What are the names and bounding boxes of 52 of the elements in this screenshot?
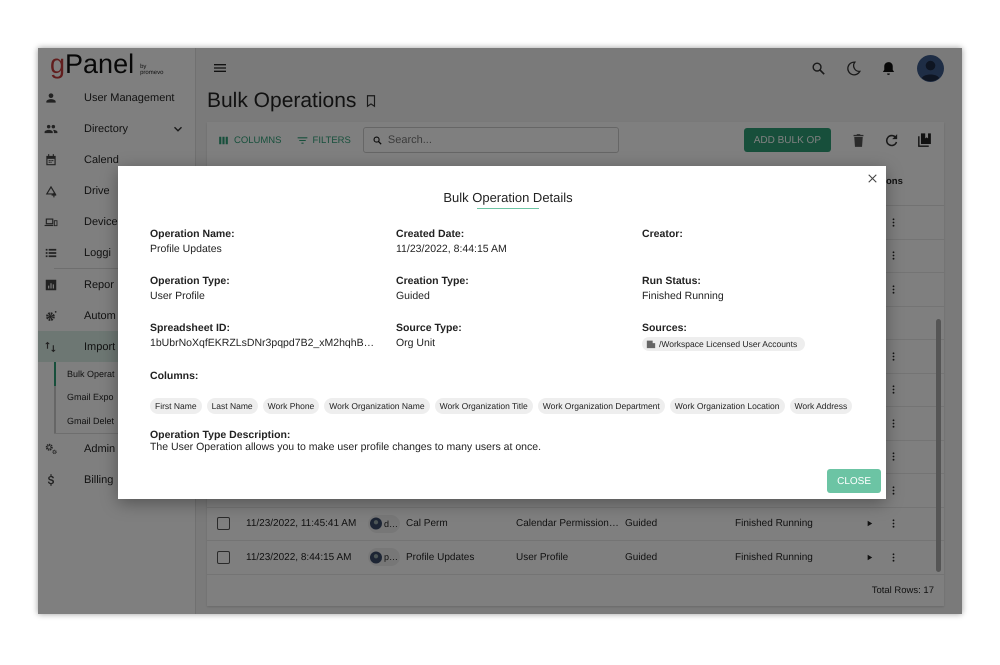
column-chip: Work Phone [262, 398, 320, 414]
creator-chip: d… [368, 514, 400, 533]
column-chip: Last Name [206, 398, 258, 414]
sidebar-item[interactable]: Billing [38, 464, 195, 496]
table-cell: Calendar Permission… [516, 518, 619, 530]
field-label: Operation Type: [150, 275, 231, 287]
add-button[interactable]: ADD BULK OP [744, 128, 831, 152]
field-label: Source Type: [396, 322, 463, 334]
sidebar-item[interactable]: User Management [38, 82, 195, 113]
table-cell-text: 11/23/2022, 8:44:15 AM [246, 552, 352, 563]
sidebar-item[interactable]: Directory [38, 113, 195, 144]
search-field[interactable]: Search... [362, 127, 619, 153]
table-cell-text: Finished Running [735, 518, 814, 530]
table-cell-text: Guided [625, 518, 658, 530]
row-count: Total Rows: 17 [872, 584, 934, 596]
field-label: Creation Type: [396, 275, 470, 287]
table-cell-text: 11/23/2022, 11:45:41 AM [246, 518, 358, 530]
field-label: Operation Name: [150, 228, 236, 240]
column-chip: First Name [150, 398, 202, 414]
column-chip: Work Organization Name [324, 398, 430, 414]
sidebar-item[interactable]: Calend [38, 144, 195, 175]
field-label: Creator: [642, 228, 684, 240]
dialog-title: Bulk Operation Details [443, 190, 573, 209]
field-label: Operation Type Description: [150, 429, 292, 441]
field-label: Created Date: [396, 228, 466, 240]
column-chip: Work Organization Location [670, 398, 785, 414]
table-cell-text: Guided [625, 552, 658, 563]
field-value: Guided [396, 290, 431, 302]
field-label: Run Status: [642, 275, 702, 287]
page-title: Bulk Operations [207, 89, 356, 113]
filters-button[interactable]: FILTERS [294, 132, 353, 148]
field-value: Profile Updates [150, 243, 223, 255]
table-cell-text: User Profile [516, 552, 570, 563]
column-chip: Work Organization Department [538, 398, 665, 414]
creator-chip: p… [368, 548, 400, 566]
table-cell-text: Cal Perm [406, 518, 449, 530]
table-cell-text: Finished Running [735, 552, 814, 563]
field-value: Org Unit [396, 337, 436, 349]
field-label: Spreadsheet ID: [150, 322, 231, 334]
field-label: Columns: [150, 370, 200, 382]
column-chip: Work Address [790, 398, 852, 414]
field-value: 11/23/2022, 8:44:15 AM [396, 243, 508, 255]
sidebar-item[interactable]: Drive [38, 175, 195, 206]
source-chip: /Workspace Licensed User Accounts [642, 337, 806, 351]
field-label: Sources: [642, 322, 688, 334]
table-cell-text: Profile Updates [406, 552, 476, 563]
column-header[interactable]: ons [886, 176, 936, 187]
columns-button[interactable]: COLUMNS [215, 132, 284, 148]
field-value: Finished Running [642, 290, 725, 302]
description: The User Operation allows you to make user profile changes to many users at once. [150, 441, 542, 453]
field-value: User Profile [150, 290, 206, 302]
column-chip: Work Organization Title [434, 398, 533, 414]
